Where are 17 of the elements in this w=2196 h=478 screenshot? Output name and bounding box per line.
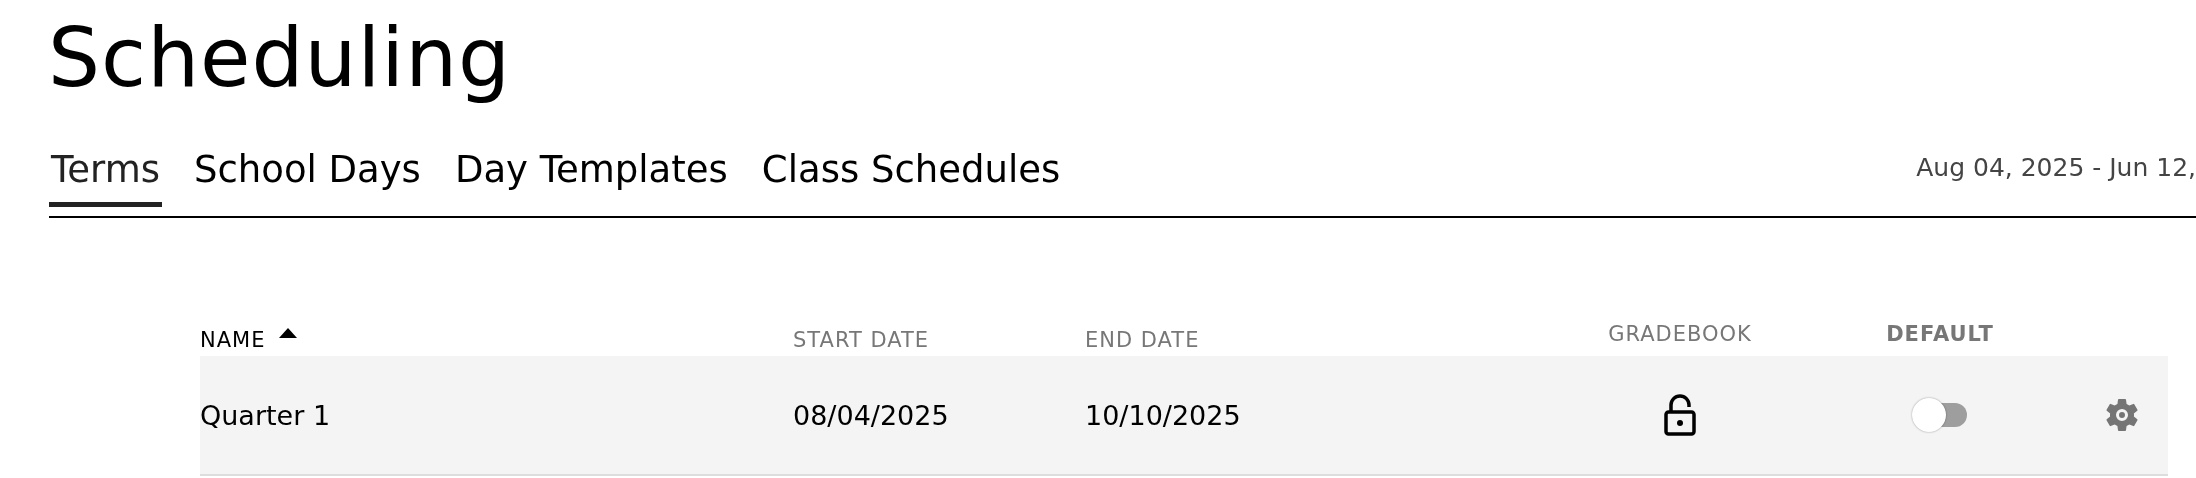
date-range: Aug 04, 2025 - Jun 12, <box>1916 153 2196 182</box>
tab[interactable]: Class Schedules <box>759 148 1063 207</box>
page-title: Scheduling <box>47 9 513 107</box>
column-header[interactable]: DEFAULT <box>1886 322 1994 346</box>
lock-icon[interactable] <box>1663 394 1697 436</box>
column-header[interactable]: START DATE <box>793 328 930 352</box>
table-cell-text: 08/04/2025 <box>793 399 950 431</box>
toggle-switch[interactable] <box>1911 397 1969 433</box>
table-cell-text: Quarter 1 <box>200 399 332 431</box>
table-row[interactable]: Quarter 1 08/04/2025 10/10/2025 <box>200 356 2168 476</box>
tab[interactable]: Day Templates <box>452 148 730 207</box>
tab[interactable]: School Days <box>191 148 423 207</box>
column-header[interactable]: END DATE <box>1085 328 1200 352</box>
column-header[interactable]: NAME <box>200 328 266 352</box>
tab[interactable]: Terms <box>49 148 162 207</box>
table-cell-text: 10/10/2025 <box>1085 399 1242 431</box>
column-header[interactable]: GRADEBOOK <box>1608 322 1752 346</box>
